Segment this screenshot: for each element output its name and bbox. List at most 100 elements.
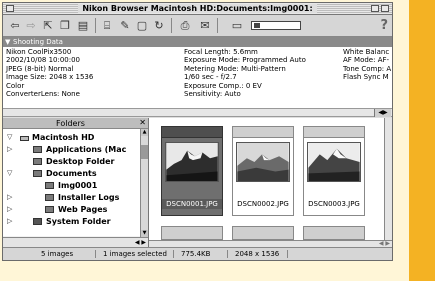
folders-pane: Folders ✕ ▽ Macintosh HD ▷ Applications … [3,118,149,247]
disclosure-collapsed-icon[interactable]: ▷ [7,204,12,215]
folder-label: Documents [46,169,97,178]
disclosure-collapsed-icon[interactable]: ▷ [7,192,12,203]
folders-header: Folders ✕ [3,118,148,129]
disclosure-expanded-icon[interactable]: ▽ [7,168,12,179]
folder-label: System Folder [46,217,111,226]
folder-item-web-pages[interactable]: ▷ Web Pages [3,204,140,215]
thumbnail-card[interactable]: DSCN0003.JPG [303,126,365,216]
folder-item-documents[interactable]: ▽ Documents [3,168,140,179]
thumbnail-image [236,142,290,182]
scroll-thumb[interactable] [141,145,148,159]
file-size: 775.4KB [181,250,211,258]
slider-knob[interactable] [254,23,260,28]
folder-item-img0001[interactable]: Img0001 [3,180,140,191]
thumbnail-grid: DSCN0001.JPG DSCN0002.JPG DSCN0003.JPG ◀… [149,118,392,247]
rotate-icon[interactable]: ↻ [151,19,167,32]
folder-item-applications[interactable]: ▷ Applications (Mac [3,144,140,155]
move-icon[interactable]: ⇱ [41,19,55,32]
toolbar-divider [95,18,96,33]
folder-label: Applications (Mac [46,145,127,154]
shooting-data-text: Color [6,81,25,90]
folder-icon[interactable]: ⌸ [99,19,115,32]
shooting-data-text: 1/60 sec - f/2.7 [184,73,237,82]
thumbnail-image [165,142,219,182]
thumbnail-filename: DSCN0002.JPG [237,200,289,208]
help-icon[interactable]: ? [380,18,388,33]
nikon-browser-window: Nikon Browser Macintosh HD:Documents:Img… [2,2,393,261]
scroll-arrows-icon[interactable]: ◀ ▶ [379,240,390,247]
shooting-data-scrollbar[interactable]: ◀▶ [3,109,392,117]
thumbnail-size-slider[interactable] [251,21,301,30]
thumbnail-vertical-scrollbar[interactable] [384,118,392,240]
folder-label: Macintosh HD [32,133,95,142]
collapse-box[interactable] [381,5,389,12]
title-bar[interactable]: Nikon Browser Macintosh HD:Documents:Img… [3,3,392,15]
folder-icon [45,182,54,189]
image-dimensions: 2048 x 1536 [235,250,280,258]
screen-icon[interactable]: ▭ [229,19,245,32]
scroll-arrows-icon[interactable]: ◀▶ [374,109,391,117]
nav-forward-icon[interactable]: ⇨ [23,19,39,32]
disclosure-collapsed-icon[interactable]: ▷ [7,144,12,155]
disclosure-collapsed-icon[interactable]: ▷ [7,216,12,227]
folder-tree-vertical-scrollbar[interactable]: ▲ ▼ [140,129,148,237]
folder-label: Installer Logs [58,193,120,202]
thumbnail-card[interactable]: DSCN0002.JPG [232,126,294,216]
shooting-data-text: Exposure Mode: Programmed Auto [184,56,306,65]
folder-label: Web Pages [58,205,108,214]
folder-item-macintosh-hd[interactable]: ▽ Macintosh HD [3,132,140,143]
scroll-down-icon[interactable]: ▼ [141,230,148,237]
disclosure-expanded-icon[interactable]: ▽ [7,132,12,143]
folder-label: Img0001 [58,181,98,190]
toolbar-divider [171,18,172,33]
folder-icon [45,206,54,213]
scroll-up-icon[interactable]: ▲ [141,129,148,136]
thumbnail-horizontal-scrollbar[interactable]: ◀ ▶ [149,240,392,247]
folders-title: Folders [56,119,85,128]
shooting-data-column-3: White Balanc AF Mode: AF- Tone Comp: A F… [343,48,391,82]
copy-icon[interactable]: ❐ [57,19,73,32]
zoom-box[interactable] [371,5,379,12]
shooting-data-text: JPEG (8-bit) Normal [6,64,74,73]
toolbar-divider [217,18,218,33]
print-icon[interactable]: ⎙ [177,19,193,32]
page-icon[interactable]: ▢ [135,19,149,32]
shooting-data-text: Tone Comp: A [343,64,392,73]
shooting-data-title: Shooting Data [13,38,63,46]
folder-icon [33,146,42,153]
folder-item-desktop-folder[interactable]: Desktop Folder [3,156,140,167]
toolbar: ⇦ ⇨ ⇱ ❐ ▤ ⌸ ✎ ▢ ↻ ⎙ ✉ ▭ ? [3,15,392,37]
nav-back-icon[interactable]: ⇦ [7,19,23,32]
shooting-data-column-1: Nikon CoolPix3500 2002/10/08 10:00:00 JP… [6,48,93,98]
mail-icon[interactable]: ✉ [197,19,213,32]
thumbnail-card[interactable]: DSCN0001.JPG [161,126,223,216]
folder-item-system-folder[interactable]: ▷ System Folder [3,216,140,227]
folder-tree: ▽ Macintosh HD ▷ Applications (Mac Deskt… [3,129,140,236]
thumbnail-card-partial[interactable] [161,226,223,240]
folder-item-installer-logs[interactable]: ▷ Installer Logs [3,192,140,203]
thumbnail-card-partial[interactable] [303,226,365,240]
selection-count: 1 images selected [103,250,167,258]
shooting-data-text: Nikon CoolPix3500 [6,48,72,56]
disclosure-triangle-icon[interactable]: ▼ [5,37,10,47]
shooting-data-text: Flash Sync M [343,73,389,82]
shooting-data-header[interactable]: ▼ Shooting Data [3,37,392,47]
pen-icon[interactable]: ✎ [117,19,133,32]
thumbnail-card-partial[interactable] [232,226,294,240]
status-bar: 5 images 1 images selected 775.4KB 2048 … [3,247,392,260]
new-folder-icon[interactable]: ▤ [75,19,91,32]
shooting-data-text: 2002/10/08 10:00:00 [6,56,81,65]
thumbnail-filename: DSCN0003.JPG [308,200,360,208]
hard-disk-icon [20,136,29,141]
scroll-arrows-icon[interactable]: ◀ ▶ [135,238,146,247]
shooting-data-text: Metering Mode: Multi-Pattern [184,64,286,73]
folder-tree-horizontal-scrollbar[interactable]: ◀ ▶ [3,237,148,247]
shooting-data-text: Exposure Comp.: 0 EV [184,81,262,90]
thumbnail-image [307,142,361,182]
folder-label: Desktop Folder [46,157,115,166]
shooting-data-text: Focal Length: 5.6mm [184,48,258,56]
shooting-data-text: Image Size: 2048 x 1536 [6,73,94,82]
close-icon[interactable]: ✕ [139,118,146,128]
shooting-data-text: White Balanc [343,48,390,56]
shooting-data-panel: Nikon CoolPix3500 2002/10/08 10:00:00 JP… [3,47,392,109]
